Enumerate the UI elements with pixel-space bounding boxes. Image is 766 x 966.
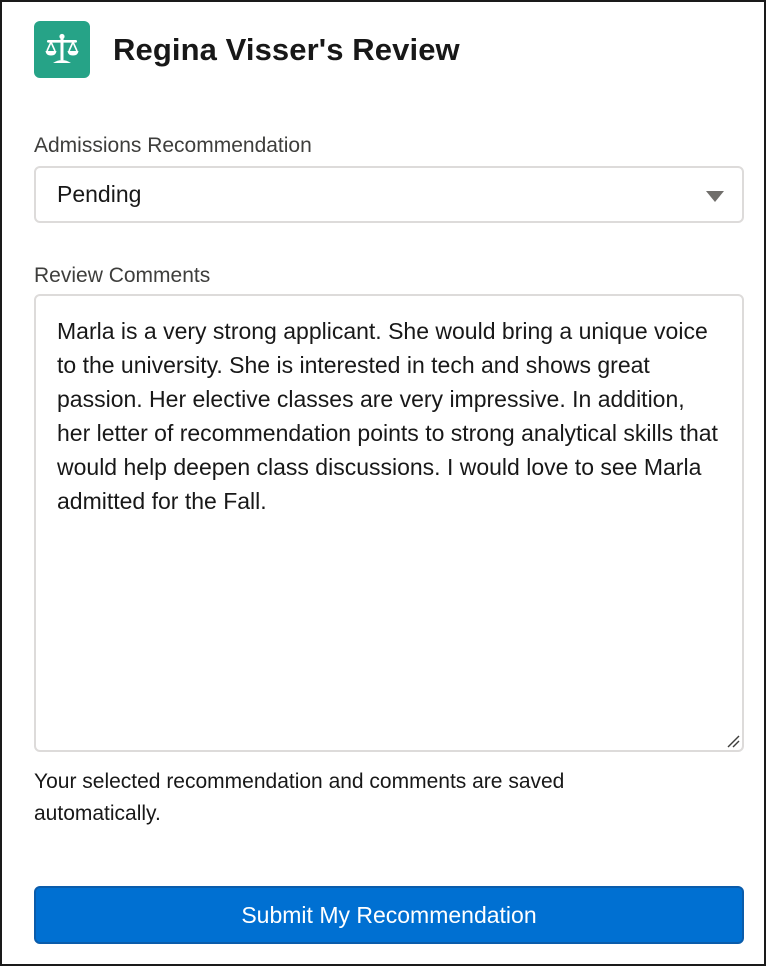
comments-textarea[interactable]: Marla is a very strong applicant. She wo… — [34, 294, 744, 752]
recommendation-select[interactable]: Pending — [34, 166, 744, 223]
comments-label: Review Comments — [34, 264, 211, 287]
scales-icon — [34, 21, 90, 78]
resize-handle-icon[interactable] — [726, 734, 740, 748]
recommendation-label: Admissions Recommendation — [34, 134, 312, 157]
page-title: Regina Visser's Review — [113, 31, 460, 67]
card-header: Regina Visser's Review — [34, 21, 460, 78]
autosave-helper-text: Your selected recommendation and comment… — [34, 770, 565, 825]
review-card: Regina Visser's Review Admissions Recomm… — [0, 0, 766, 966]
chevron-down-icon — [706, 191, 724, 202]
submit-recommendation-button[interactable]: Submit My Recommendation — [34, 886, 744, 944]
recommendation-selected-value: Pending — [57, 181, 142, 207]
